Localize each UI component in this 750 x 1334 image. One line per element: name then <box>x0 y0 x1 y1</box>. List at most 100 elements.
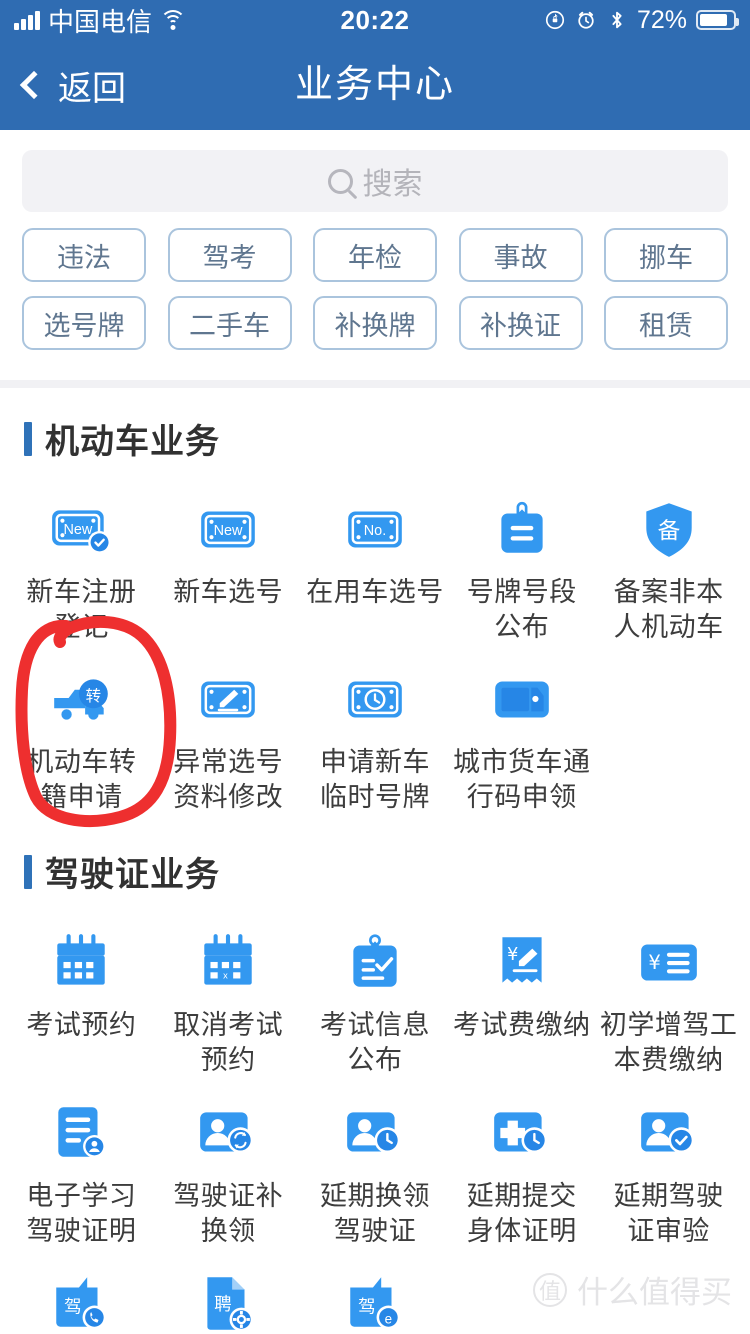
svg-text:转: 转 <box>86 687 101 705</box>
grid-item-delayed-license-renewal[interactable]: 延期换领 驾驶证 <box>302 1085 449 1255</box>
grid-item-label: 延期提交 身体证明 <box>466 1180 577 1246</box>
grid-item-license-replacement[interactable]: 驾驶证补 换领 <box>155 1085 302 1255</box>
card-refresh-icon <box>195 1101 261 1167</box>
grid-item-inuse-vehicle-plate-selection[interactable]: No. 在用车选号 <box>302 481 449 651</box>
search-icon <box>327 168 353 194</box>
grid-item-electronic-learner-certificate[interactable]: 电子学习 驾驶证明 <box>8 1085 155 1255</box>
license-e-icon: 驾 e <box>342 1271 408 1334</box>
license-services-section: 驾驶证业务 考试预约 x 取消考试 预约 考试信息 公布 ¥ 考试费缴纳 ¥ 初… <box>0 821 750 1334</box>
grid-item-delayed-medical-certificate[interactable]: 延期提交 身体证明 <box>448 1085 595 1255</box>
svg-text:New: New <box>64 522 93 538</box>
grid-item-label: 驾驶证补 换领 <box>173 1180 284 1246</box>
receipt-yuan-pen-icon: ¥ <box>489 930 555 996</box>
chip-ershouche[interactable]: 二手车 <box>167 296 292 350</box>
chip-buhuanzheng[interactable]: 补换证 <box>458 296 583 350</box>
grid-item-label: 号牌号段 公布 <box>466 577 577 643</box>
document-person-icon <box>48 1101 114 1167</box>
grid-item-label: 延期驾驶 证审验 <box>613 1180 724 1246</box>
page-title: 业务中心 <box>294 64 455 106</box>
grid-item-new-vehicle-registration[interactable]: New 新车注册 登记 <box>8 481 155 651</box>
grid-item-plate-number-range-announcement[interactable]: 号牌号段 公布 <box>448 481 595 651</box>
watermark: 值 什么值得买 <box>533 1267 732 1312</box>
grid-item-label: 在用车选号 <box>306 577 444 607</box>
quick-tags: 违法 驾考 年检 事故 挪车 选号牌 二手车 补换牌 补换证 租赁 <box>22 228 728 350</box>
grid-item-hire-gear-service[interactable]: 聘 <box>155 1255 302 1334</box>
quick-tags-row-1: 违法 驾考 年检 事故 挪车 <box>22 228 728 282</box>
chip-nuoche[interactable]: 挪车 <box>604 228 728 282</box>
card-clock-icon <box>342 1101 408 1167</box>
chip-zulin[interactable]: 租赁 <box>604 296 728 350</box>
chip-nianjian[interactable]: 年检 <box>313 228 437 282</box>
search-input[interactable]: 搜索 <box>22 150 728 212</box>
license-services-header: 驾驶证业务 <box>0 821 750 900</box>
watermark-text: 什么值得买 <box>577 1275 732 1310</box>
chip-weifa[interactable]: 违法 <box>22 228 146 282</box>
rotation-lock-icon <box>545 10 565 30</box>
grid-item-label: 新车注册 登记 <box>26 577 137 643</box>
svg-text:聘: 聘 <box>214 1295 232 1315</box>
plate-edit-icon <box>195 667 261 733</box>
svg-text:¥: ¥ <box>648 952 660 975</box>
svg-text:¥: ¥ <box>507 945 518 965</box>
grid-item-label: 初学增驾工 本费缴纳 <box>599 1010 738 1076</box>
vehicle-services-header: 机动车业务 <box>0 388 750 467</box>
chip-jiakao[interactable]: 驾考 <box>167 228 292 282</box>
plate-clock-icon <box>342 667 408 733</box>
section-divider <box>0 380 750 388</box>
grid-item-vehicle-transfer-application[interactable]: 转 机动车转 籍申请 <box>8 651 155 821</box>
hanging-tag-icon <box>489 497 555 563</box>
section-accent-bar <box>24 854 32 889</box>
grid-item-new-vehicle-plate-selection[interactable]: New 新车选号 <box>155 481 302 651</box>
vehicle-services-section: 机动车业务 New 新车注册 登记 New 新车选号 No. 在用车选号 号牌号… <box>0 388 750 821</box>
plate-new-icon: New <box>195 497 261 563</box>
grid-item-label: 电子学习 驾驶证明 <box>26 1180 137 1246</box>
status-bar: 中国电信 20:22 72% <box>0 0 750 40</box>
grid-item-initial-license-fee-payment[interactable]: ¥ 初学增驾工 本费缴纳 <box>595 914 742 1084</box>
svg-text:驾: 驾 <box>358 1297 376 1317</box>
plate-no-icon: No. <box>342 497 408 563</box>
chip-shigu[interactable]: 事故 <box>458 228 583 282</box>
grid-item-label: 考试预约 <box>26 1010 137 1041</box>
grid-item-city-truck-pass-code[interactable]: 城市货车通 行码申领 <box>448 651 595 821</box>
status-bar-right: 72% <box>544 0 739 40</box>
grid-item-label: 考试信息 公布 <box>319 1010 430 1076</box>
vehicle-services-title: 机动车业务 <box>45 423 220 461</box>
grid-item-cancel-exam-appointment[interactable]: x 取消考试 预约 <box>155 914 302 1084</box>
svg-text:No.: No. <box>364 523 386 539</box>
search-and-tags-block: 搜索 违法 驾考 年检 事故 挪车 选号牌 二手车 补换牌 补换证 租赁 <box>0 130 750 380</box>
chip-buhuanpai[interactable]: 补换牌 <box>313 296 437 350</box>
grid-item-label: 城市货车通 行码申领 <box>453 747 591 813</box>
grid-item-label: 延期换领 驾驶证 <box>319 1180 430 1246</box>
grid-item-apply-temporary-plate[interactable]: 申请新车 临时号牌 <box>302 651 449 821</box>
search-placeholder: 搜索 <box>362 168 423 201</box>
svg-text:x: x <box>223 971 228 981</box>
svg-text:New: New <box>214 523 243 539</box>
chip-xuanhaopai[interactable]: 选号牌 <box>22 296 146 350</box>
clipboard-check-icon <box>342 930 408 996</box>
grid-item-record-non-owner-vehicle[interactable]: 备 备案非本 人机动车 <box>595 481 742 651</box>
truck-transfer-icon: 转 <box>48 667 114 733</box>
svg-text:备: 备 <box>657 518 680 544</box>
license-services-title: 驾驶证业务 <box>45 856 220 895</box>
grid-item-exam-appointment[interactable]: 考试预约 <box>8 914 155 1084</box>
shield-bei-icon: 备 <box>636 497 702 563</box>
grid-item-license-e-service[interactable]: 驾 e <box>302 1255 449 1334</box>
hire-gear-icon: 聘 <box>195 1271 261 1334</box>
plate-new-check-icon: New <box>48 497 114 563</box>
license-phone-icon: 驾 <box>48 1271 114 1334</box>
grid-item-exam-info-announcement[interactable]: 考试信息 公布 <box>302 914 449 1084</box>
medical-clock-icon <box>489 1101 555 1167</box>
watermark-logo: 值 <box>533 1272 567 1307</box>
grid-item-license-phone-service[interactable]: 驾 <box>8 1255 155 1334</box>
calendar-icon <box>48 930 114 996</box>
alarm-icon <box>578 11 594 29</box>
svg-text:驾: 驾 <box>64 1297 82 1317</box>
nav-bar: 返回 业务中心 <box>0 40 750 130</box>
grid-item-exam-fee-payment[interactable]: ¥ 考试费缴纳 <box>448 914 595 1084</box>
svg-text:e: e <box>385 1311 392 1326</box>
grid-item-abnormal-plate-data-modification[interactable]: 异常选号 资料修改 <box>155 651 302 821</box>
grid-item-label: 机动车转 籍申请 <box>26 747 137 813</box>
grid-item-label: 新车选号 <box>173 577 284 607</box>
grid-item-delayed-license-review[interactable]: 延期驾驶 证审验 <box>595 1085 742 1255</box>
card-check-icon <box>636 1101 702 1167</box>
